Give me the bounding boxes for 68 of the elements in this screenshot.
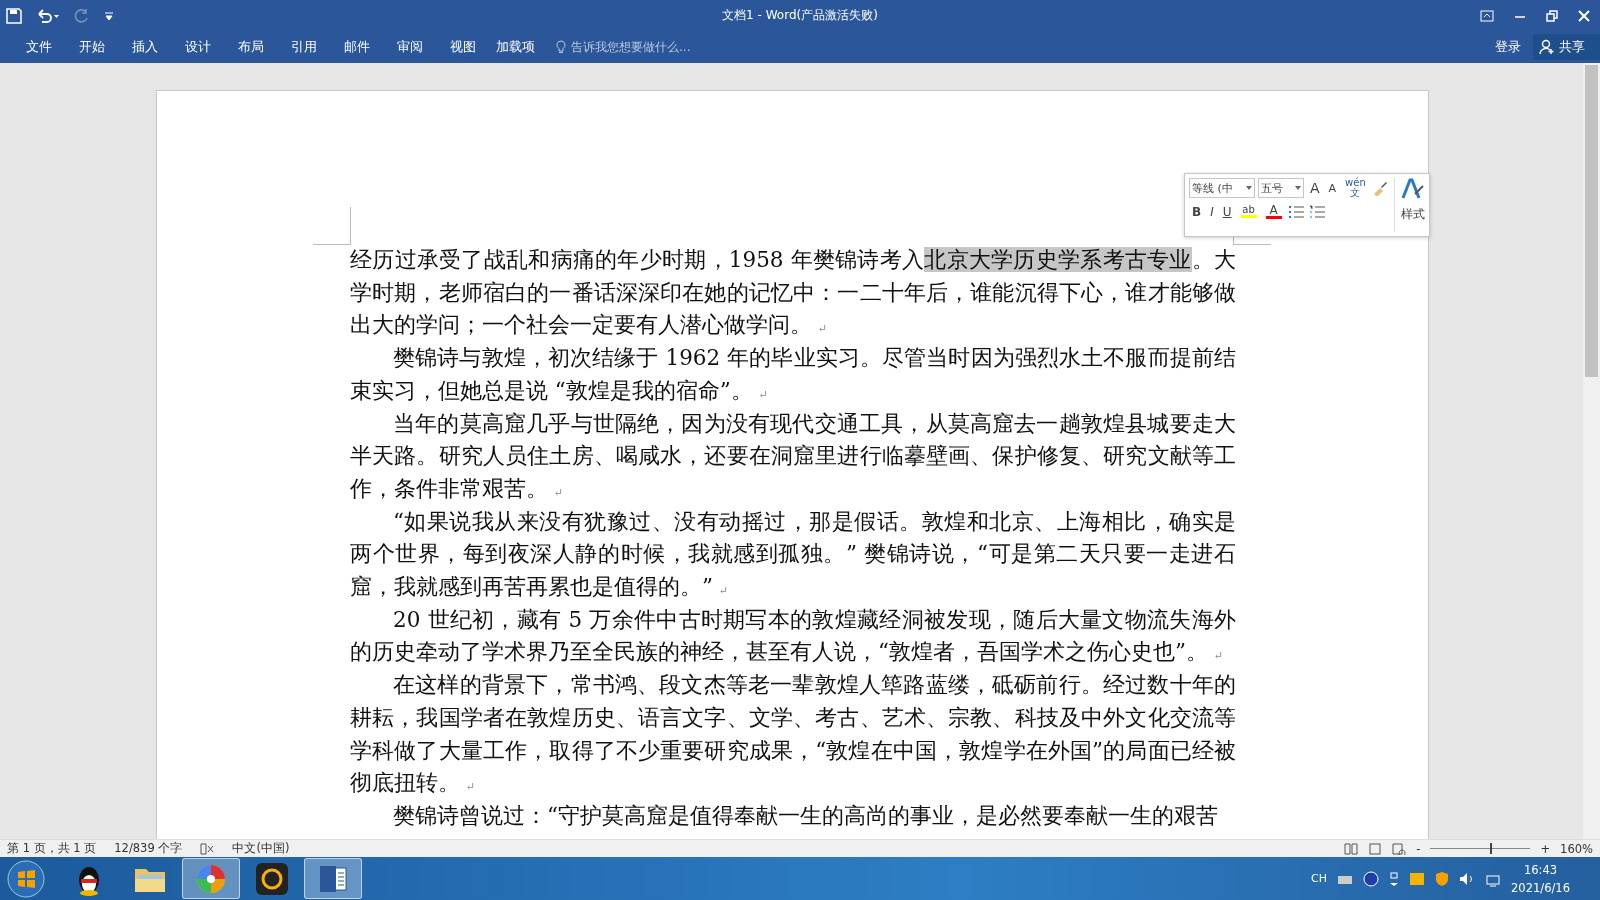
underline-button[interactable]: U — [1219, 205, 1235, 218]
share-button[interactable]: 共享 — [1533, 34, 1600, 60]
numbered-list-icon[interactable] — [1308, 204, 1327, 219]
word-count[interactable]: 12/839 个字 — [114, 841, 183, 856]
bullet-list-icon[interactable] — [1287, 204, 1306, 219]
ribbon-tab[interactable]: 插入 — [118, 32, 171, 62]
ribbon-tab[interactable]: 视图 — [436, 32, 489, 62]
person-icon — [1539, 39, 1555, 55]
lightbulb-icon — [556, 40, 566, 54]
read-mode-icon[interactable] — [1344, 842, 1359, 855]
restore-icon[interactable] — [1546, 9, 1558, 22]
ribbon-tab[interactable]: 邮件 — [330, 32, 383, 62]
caret-icon — [1295, 186, 1301, 190]
ribbon-tab[interactable]: 布局 — [224, 32, 277, 62]
paragraph: 当年的莫高窟几乎与世隔绝，因为没有现代交通工具，从莫高窟去一趟敦煌县城要走大半天路。研究人员住土房、喝咸水，还要在洞窟里进行临摹壁画、保护修复、研究文献等工作，条件非常艰苦。 ↵ — [350, 409, 1236, 503]
close-icon[interactable] — [1578, 9, 1590, 22]
undo-icon[interactable] — [36, 7, 60, 24]
help-icon[interactable] — [1363, 870, 1380, 887]
page-count[interactable]: 第 1 页，共 1 页 — [7, 841, 97, 856]
tell-me-field[interactable]: 告诉我您想要做什么... — [571, 38, 691, 56]
ribbon-tab[interactable]: 引用 — [277, 32, 330, 62]
paragraph: 20 世纪初，藏有 5 万余件中古时期写本的敦煌藏经洞被发现，随后大量文物流失海外的历史牵动了学术界乃至全民族的神经，甚至有人说，“敦煌者，吾国学术之伤心史也”。 ↵ — [350, 605, 1236, 667]
italic-button[interactable]: I — [1207, 205, 1217, 218]
zoom-level[interactable]: 160% — [1560, 841, 1593, 856]
styles-button[interactable]: 样式 — [1393, 178, 1431, 232]
proofing-icon[interactable] — [200, 842, 215, 855]
window-icon[interactable] — [1409, 871, 1426, 886]
highlight-button[interactable]: ab — [1237, 205, 1260, 218]
font-dropdown[interactable]: 等线 (中 — [1189, 178, 1255, 198]
taskbar-button[interactable] — [304, 858, 362, 899]
grow-font-button[interactable]: A — [1307, 181, 1323, 195]
print-layout-icon[interactable] — [1368, 842, 1383, 855]
phonetic-guide-button[interactable]: wén 文 — [1342, 178, 1369, 198]
shrink-font-button[interactable]: A — [1325, 182, 1340, 194]
paragraph: 樊锦诗曾说过：“守护莫高窟是值得奉献一生的高尚的事业，是必然要奉献一生的艰苦 — [392, 801, 1219, 830]
styles-icon — [1400, 178, 1425, 200]
paragraph: “如果说我从来没有犹豫过、没有动摇过，那是假话。敦煌和北京、上海相比，确实是两个世界，每到夜深人静的时候，我就感到孤独。” 樊锦诗说，“可是第二天只要一走进石窟，我就感到再苦再累也是值得的。” ↵ — [350, 507, 1236, 602]
overflow-icon[interactable] — [1389, 870, 1400, 887]
app-icon — [256, 862, 288, 895]
start-button[interactable] — [6, 858, 46, 899]
font-color-button[interactable]: A — [1262, 204, 1285, 219]
zoom-in-button[interactable]: + — [1540, 841, 1551, 856]
language-status[interactable]: 中文(中国) — [232, 841, 290, 856]
shield-icon[interactable] — [1435, 870, 1450, 887]
sign-in-link[interactable]: 登录 — [1495, 38, 1521, 56]
clock[interactable]: 16:43 2021/6/16 — [1511, 862, 1570, 895]
paragraph: 樊锦诗与敦煌，初次结缘于 1962 年的毕业实习。尽管当时因为强烈水土不服而提前结束实习，但她总是说 “敦煌是我的宿命”。 ↵ — [350, 344, 1236, 405]
vertical-scrollbar[interactable] — [1583, 63, 1600, 839]
ribbon-tab[interactable]: 文件 — [12, 32, 65, 62]
pinwheel-icon — [195, 862, 227, 895]
zoom-out-button[interactable]: - — [1416, 841, 1421, 856]
ribbon-tab[interactable]: 加载项 — [489, 32, 542, 62]
caret-icon — [1246, 186, 1252, 190]
ribbon-tab[interactable]: 设计 — [171, 32, 224, 62]
window-title: 文档1 - Word(产品激活失败) — [722, 7, 878, 24]
web-layout-icon[interactable] — [1392, 842, 1407, 855]
bold-button[interactable]: B — [1189, 205, 1205, 218]
ribbon-tab[interactable]: 审阅 — [383, 32, 436, 62]
paragraph: 经历过承受了战乱和病痛的年少时期，1958 年樊锦诗考入北京大学历史学系考古专业。大学时期，老师宿白的一番话深深印在她的记忆中：一二十年后，谁能沉得下心，谁才能够做出大的学问；一个社会一定要有人潜心做学问。 ↵ — [350, 246, 1236, 340]
customize-icon[interactable] — [104, 10, 114, 21]
word-icon — [318, 863, 348, 894]
crop-mark — [313, 207, 351, 245]
ribbon-display-icon[interactable] — [1480, 9, 1494, 22]
ribbon-tab[interactable]: 开始 — [65, 32, 118, 62]
input-method[interactable]: CH — [1311, 872, 1328, 885]
paragraph: 在这样的背景下，常书鸿、段文杰等老一辈敦煌人筚路蓝缕，砥砺前行。经过数十年的耕耘，我国学者在敦煌历史、语言文字、文学、考古、艺术、宗教、科技及中外文化交流等学科做了大量工作，取得了不少重要研究成果，“敦煌在中国，敦煌学在外国”的局面已经被彻底扭转。 ↵ — [350, 671, 1236, 798]
font-size-dropdown[interactable]: 五号 — [1258, 178, 1304, 198]
save-icon[interactable] — [6, 7, 22, 24]
